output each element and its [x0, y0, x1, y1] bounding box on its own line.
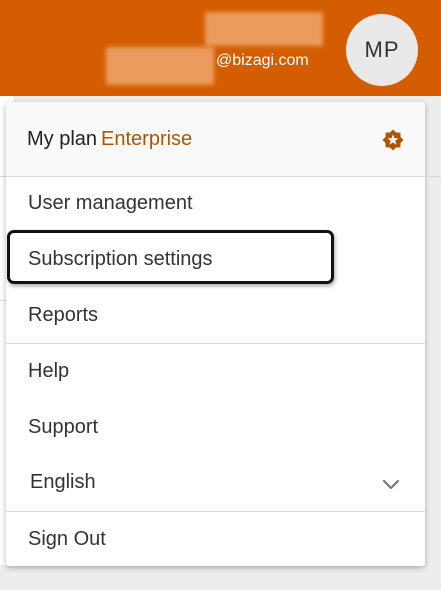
menu-divider: [6, 511, 425, 512]
menu-item-label: Support: [28, 416, 99, 438]
redacted-user-name: [205, 12, 323, 46]
plan-text: My plan Enterprise: [27, 126, 192, 152]
settings-star-icon[interactable]: [381, 128, 405, 152]
plan-row: My plan Enterprise: [6, 102, 425, 177]
menu-item-sign-out[interactable]: Sign Out: [6, 513, 425, 565]
menu-item-reports[interactable]: Reports: [6, 289, 425, 341]
background-divider: [429, 176, 441, 177]
menu-item-support[interactable]: Support: [6, 401, 425, 453]
redacted-email-user: [106, 47, 214, 85]
language-select[interactable]: English: [6, 456, 425, 508]
avatar[interactable]: MP: [346, 14, 418, 86]
top-header: @bizagi.com MP: [0, 0, 441, 96]
menu-item-label: Help: [28, 360, 70, 382]
menu-item-user-management[interactable]: User management: [6, 177, 425, 229]
user-dropdown-menu: My plan Enterprise User management Subscr…: [6, 102, 425, 566]
menu-item-label: Sign Out: [28, 528, 106, 550]
menu-item-label: Reports: [28, 304, 99, 326]
app-page: @bizagi.com MP My plan Enterprise User ma…: [0, 0, 441, 590]
highlight-annotation-box: [7, 230, 334, 284]
menu-item-label: User management: [28, 192, 193, 214]
menu-divider: [6, 343, 425, 344]
plan-label: My plan: [27, 128, 98, 150]
menu-item-help[interactable]: Help: [6, 345, 425, 397]
plan-name: Enterprise: [101, 128, 193, 150]
language-value: English: [30, 471, 96, 493]
email-domain: @bizagi.com: [216, 52, 309, 69]
chevron-down-icon[interactable]: [379, 475, 403, 493]
